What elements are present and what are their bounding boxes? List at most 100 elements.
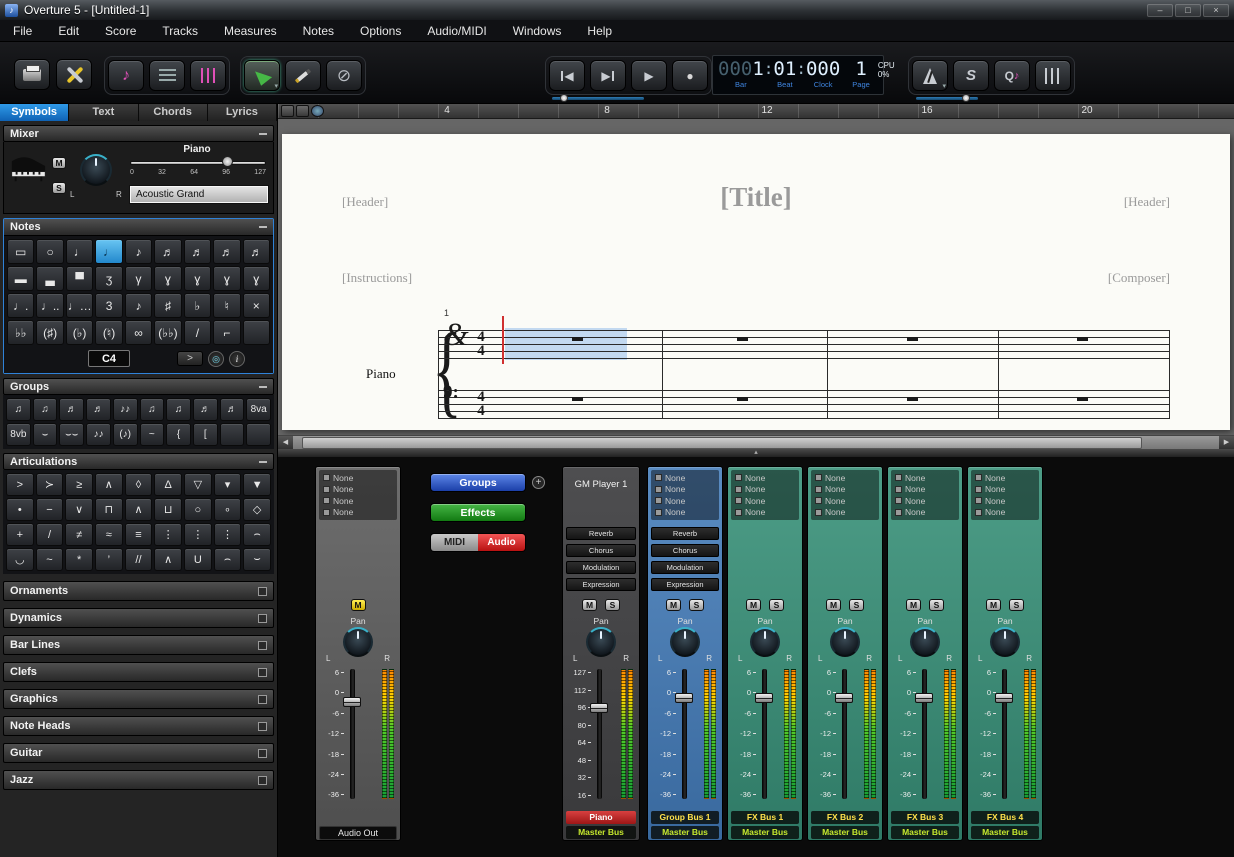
palette-tab[interactable]: Text [69, 104, 138, 121]
groups-button[interactable]: Groups [430, 473, 526, 492]
fader-handle[interactable] [590, 703, 608, 713]
pan-knob[interactable] [990, 627, 1020, 657]
step-entry-button[interactable]: > [177, 351, 203, 366]
note-symbol-cell[interactable]: ♪ [125, 239, 152, 264]
collapsed-panel-header[interactable]: Ornaments [3, 581, 274, 601]
channel-name[interactable]: FX Bus 3 [891, 811, 959, 824]
note-symbol-cell[interactable]: ♪ [125, 293, 152, 318]
group-symbol-cell[interactable]: ♫ [6, 398, 31, 421]
articulation-symbol-cell[interactable]: ≡ [125, 523, 153, 546]
add-group-button[interactable]: + [532, 476, 545, 489]
insert-slot[interactable]: None [735, 485, 795, 494]
palette-tab[interactable]: Symbols [0, 104, 69, 121]
insert-slot[interactable]: None [655, 485, 715, 494]
group-symbol-cell[interactable]: ♬ [59, 398, 84, 421]
group-symbol-cell[interactable]: ♫ [166, 398, 191, 421]
device-name[interactable]: GM Player 1 [563, 479, 639, 490]
articulation-symbol-cell[interactable]: ▽ [184, 473, 212, 496]
output-bus[interactable]: Master Bus [566, 826, 636, 839]
note-symbol-cell[interactable]: ♩ [66, 239, 93, 264]
group-symbol-cell[interactable]: ♫ [33, 398, 58, 421]
group-symbol-cell[interactable]: ♬ [86, 398, 111, 421]
articulation-symbol-cell[interactable]: > [6, 473, 34, 496]
note-symbol-cell[interactable]: × [243, 293, 270, 318]
insert-slot[interactable]: None [655, 496, 715, 505]
insert-slot[interactable]: None [975, 496, 1035, 505]
volume-slider-thumb[interactable] [222, 156, 233, 167]
notation-view-button[interactable]: ♪ [108, 60, 144, 91]
group-symbol-cell[interactable]: 8va [246, 398, 271, 421]
note-symbol-cell[interactable]: γ [125, 266, 152, 291]
score-page[interactable]: [Header] [Title] [Header] [Instructions]… [282, 134, 1230, 430]
pan-knob[interactable] [670, 627, 700, 657]
collapse-icon[interactable] [259, 461, 267, 463]
note-symbol-cell[interactable]: ɣ [213, 266, 240, 291]
whole-rest[interactable] [907, 337, 918, 341]
fader-track[interactable] [842, 669, 847, 799]
whole-rest[interactable] [907, 397, 918, 401]
composer-placeholder[interactable]: [Composer] [1108, 270, 1170, 286]
menu-item[interactable]: File [0, 20, 45, 41]
articulation-symbol-cell[interactable]: ○ [184, 498, 212, 521]
note-symbol-cell[interactable]: (♭♭) [154, 320, 181, 345]
fader-track[interactable] [1002, 669, 1007, 799]
articulation-symbol-cell[interactable]: • [6, 498, 34, 521]
solo-button[interactable]: S [769, 599, 784, 611]
group-symbol-cell[interactable]: ♪♪ [86, 423, 111, 446]
insert-slot[interactable]: None [975, 485, 1035, 494]
insert-slot[interactable]: None [815, 508, 875, 517]
insert-slot[interactable]: None [735, 496, 795, 505]
view-toggle-button[interactable] [311, 105, 324, 117]
fader-handle[interactable] [835, 693, 853, 703]
scroll-view-button[interactable] [296, 105, 309, 117]
controller-slider[interactable]: Reverb [566, 527, 636, 540]
tempo-slider-thumb[interactable] [962, 94, 970, 102]
mute-button[interactable]: M [351, 599, 366, 611]
output-bus[interactable]: Master Bus [891, 826, 959, 839]
solo-button[interactable]: S [849, 599, 864, 611]
collapsed-panel-header[interactable]: Bar Lines [3, 635, 274, 655]
scroll-left-arrow[interactable]: ◀ [278, 436, 293, 449]
pan-knob[interactable] [586, 627, 616, 657]
controller-slider[interactable]: Expression [651, 578, 719, 591]
fader-track[interactable] [682, 669, 687, 799]
whole-rest[interactable] [737, 337, 748, 341]
midi-toggle-button[interactable]: MIDI [431, 534, 478, 551]
insert-slot[interactable]: None [323, 485, 393, 494]
title-placeholder[interactable]: [Title] [282, 182, 1230, 213]
insert-slot[interactable]: None [895, 496, 955, 505]
levels-button[interactable] [1035, 60, 1071, 91]
step-forward-button[interactable]: ▶ [590, 60, 626, 91]
menu-item[interactable]: Help [574, 20, 625, 41]
note-symbol-cell[interactable]: (♮) [95, 320, 122, 345]
insert-slot[interactable]: None [815, 496, 875, 505]
articulation-symbol-cell[interactable]: ≈ [95, 523, 123, 546]
articulation-symbol-cell[interactable]: ⊓ [95, 498, 123, 521]
grand-staff-system[interactable]: 1 { Piano & 9: 4 4 4 4 [438, 324, 1170, 424]
articulation-symbol-cell[interactable]: ≠ [65, 523, 93, 546]
group-symbol-cell[interactable]: ♫ [140, 398, 165, 421]
controller-slider[interactable]: Modulation [566, 561, 636, 574]
whole-rest[interactable] [737, 397, 748, 401]
articulation-symbol-cell[interactable]: ⌣ [243, 548, 271, 571]
groups-panel-header[interactable]: Groups [3, 378, 274, 395]
insert-slot[interactable]: None [655, 508, 715, 517]
chevron-down-icon[interactable]: ▾ [274, 82, 278, 90]
insert-slot[interactable]: None [895, 485, 955, 494]
articulation-symbol-cell[interactable]: ≻ [36, 473, 64, 496]
tempo-slider[interactable] [916, 97, 978, 100]
menu-item[interactable]: Score [92, 20, 149, 41]
solo-button[interactable]: S [929, 599, 944, 611]
time-signature-numerator[interactable]: 4 [474, 330, 488, 344]
menu-item[interactable]: Measures [211, 20, 290, 41]
tools-button[interactable] [56, 59, 92, 90]
controller-slider[interactable]: Chorus [651, 544, 719, 557]
pan-knob[interactable] [750, 627, 780, 657]
articulation-symbol-cell[interactable]: ⌢ [243, 523, 271, 546]
fader-track[interactable] [597, 669, 602, 799]
menu-item[interactable]: Edit [45, 20, 92, 41]
note-symbol-cell[interactable]: ▭ [7, 239, 34, 264]
track-list-button[interactable] [149, 60, 185, 91]
articulation-symbol-cell[interactable]: ▼ [243, 473, 271, 496]
instrument-dropdown[interactable]: Acoustic Grand [130, 186, 268, 203]
